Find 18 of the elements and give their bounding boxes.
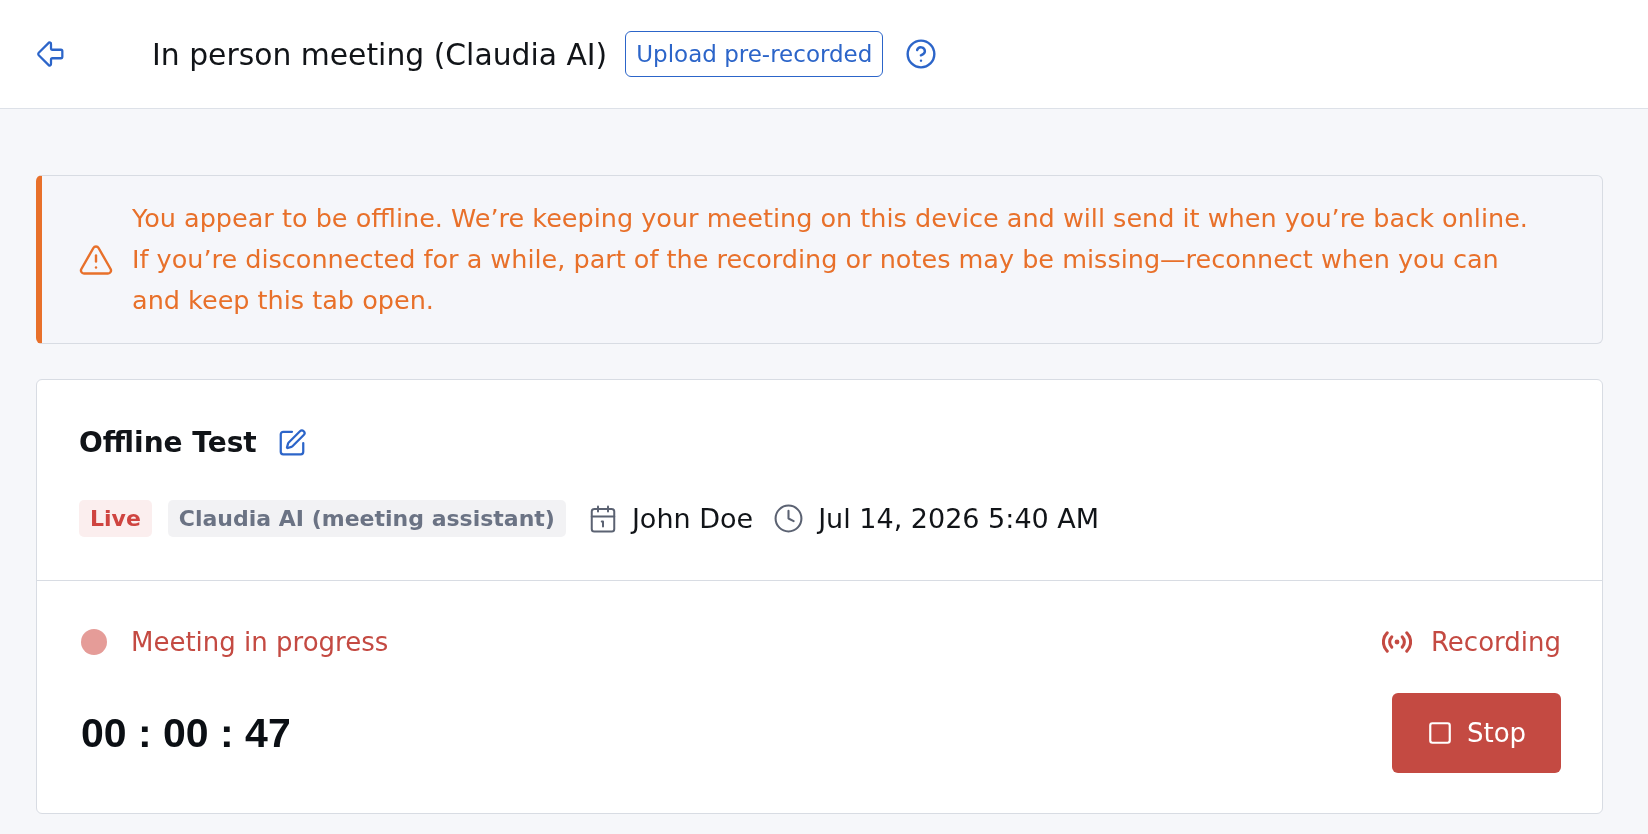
organizer-name: John Doe bbox=[631, 503, 754, 534]
stop-square-icon bbox=[1426, 720, 1453, 746]
upload-button[interactable]: Upload pre-recorded bbox=[625, 31, 884, 77]
alert-message: You appear to be offline. We’re keeping your meeting on this device and will send it when you’re back online. If you’re disconnected for a while, part of the recording or notes may be missing—reconnect when you can and keep this tab open. bbox=[132, 202, 1529, 317]
meeting-status: Meeting in progress bbox=[131, 627, 389, 657]
meeting-title: Offline Test bbox=[79, 426, 257, 459]
clock-icon bbox=[773, 503, 805, 534]
elapsed-timer: 00 : 00 : 47 bbox=[81, 709, 291, 757]
page-title: In person meeting (Claudia AI) bbox=[152, 36, 608, 72]
tag: Claudia AI (meeting assistant) bbox=[167, 500, 566, 537]
recording-status: Recording bbox=[1430, 627, 1561, 657]
help-button[interactable] bbox=[905, 38, 938, 70]
meeting-datetime: Jul 14, 2026 5:40 AM bbox=[818, 503, 1100, 534]
broadcast-icon bbox=[1381, 631, 1412, 653]
help-icon bbox=[905, 38, 938, 70]
stop-button[interactable]: Stop bbox=[1392, 693, 1561, 773]
tag: Live bbox=[79, 500, 152, 537]
status-dot-icon bbox=[81, 629, 107, 655]
